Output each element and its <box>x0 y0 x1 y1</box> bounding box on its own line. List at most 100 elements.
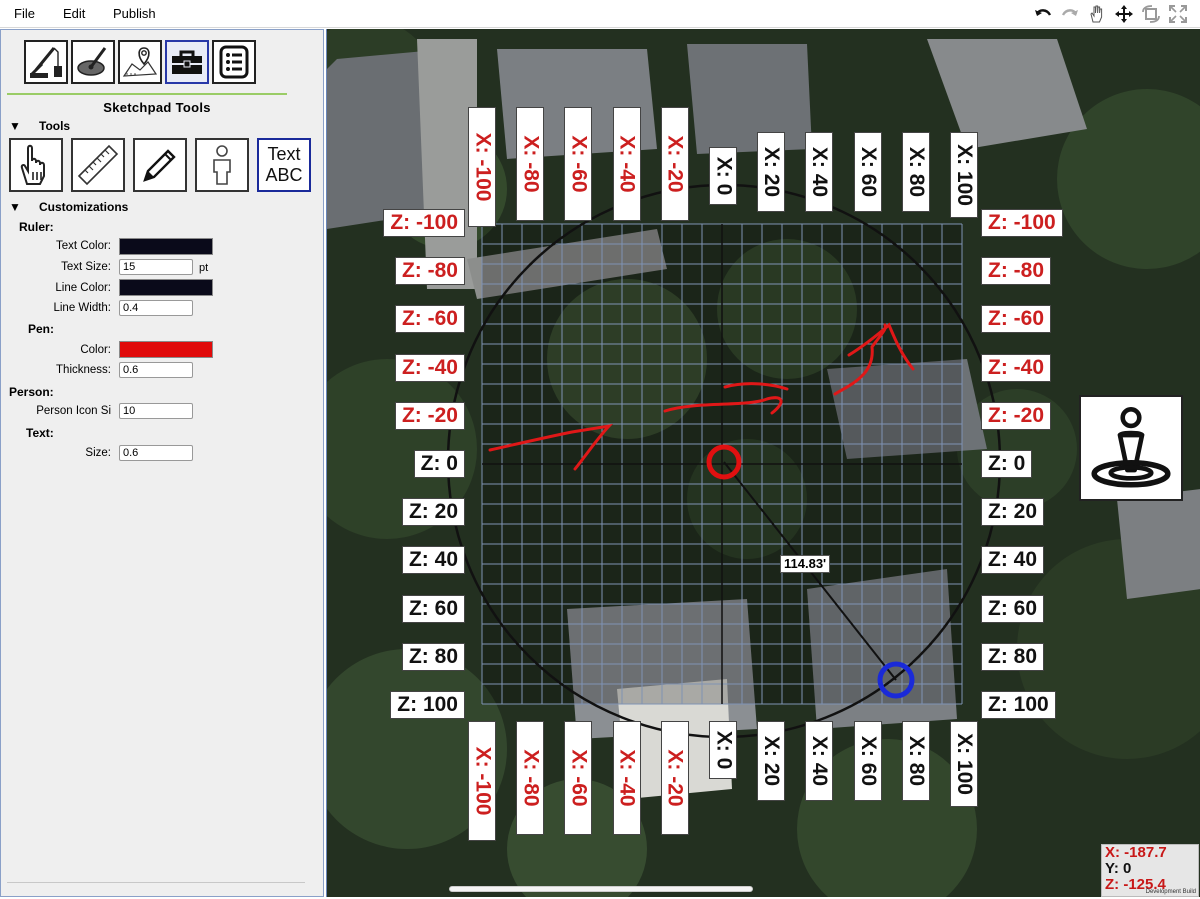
person-group-heading: Person: <box>9 385 54 399</box>
x-axis-label-text: X: -20 <box>663 749 687 807</box>
person-tool-button[interactable] <box>195 138 249 192</box>
ruler-icon <box>77 144 119 186</box>
pencil-icon <box>143 149 176 182</box>
pen-color-label: Color: <box>80 344 111 356</box>
z-axis-label-right: Z: 100 <box>981 691 1056 719</box>
pen-thickness-label: Thickness: <box>56 364 111 376</box>
z-axis-label-left: Z: 80 <box>401 642 465 671</box>
person-location-icon <box>1091 407 1171 488</box>
person-icon-size-input[interactable] <box>119 403 193 419</box>
pen-color-swatch[interactable] <box>119 341 213 358</box>
tab-list[interactable] <box>212 40 256 84</box>
x-axis-label-text: X: -60 <box>567 749 591 807</box>
toolbox-icon <box>172 50 202 74</box>
rotate-icon[interactable] <box>1141 4 1161 24</box>
z-axis-label-right: Z: -40 <box>981 353 1052 382</box>
x-axis-label-bottom: X: 40 <box>805 721 834 801</box>
tool-row: Text ABC <box>9 138 311 192</box>
text-tool-button[interactable]: Text ABC <box>257 138 311 192</box>
x-axis-label-text: X: 40 <box>808 146 832 198</box>
x-axis-label-bottom: X: 0 <box>709 721 737 779</box>
x-axis-label-bottom: X: -80 <box>516 721 545 835</box>
ruler-text-size-unit: pt <box>199 262 209 274</box>
tab-crane[interactable] <box>24 40 68 84</box>
collapse-triangle-icon: ▼ <box>9 200 21 214</box>
tab-survey[interactable] <box>71 40 115 84</box>
x-axis-label-text: X: 0 <box>712 156 736 196</box>
map-viewport[interactable]: X: -100 X: -100 X: -80 X: -80 X: -60 X: -60 X:… <box>326 29 1200 897</box>
fullscreen-icon[interactable] <box>1168 4 1188 24</box>
panel-divider <box>7 93 287 95</box>
toolbar-icons <box>1033 4 1188 24</box>
ruler-tool-button[interactable] <box>71 138 125 192</box>
x-axis-label-text: X: 60 <box>856 146 880 198</box>
ruler-line-width-input[interactable] <box>119 300 193 316</box>
collapse-triangle-icon: ▼ <box>9 119 21 133</box>
z-axis-label-left: Z: 0 <box>413 450 465 478</box>
x-axis-label-text: X: 80 <box>904 146 928 198</box>
z-axis-label-right: Z: 0 <box>981 450 1033 478</box>
coord-x: X: -187.7 <box>1105 844 1167 861</box>
person-icon-size-label: Person Icon Si <box>36 405 111 417</box>
move-icon[interactable] <box>1114 4 1134 24</box>
dev-build-label: Development Build <box>1145 889 1196 895</box>
ruler-line-width-label: Line Width: <box>53 302 111 314</box>
z-axis-label-left: Z: -100 <box>383 209 465 237</box>
menu-bar: File Edit Publish <box>0 0 1200 28</box>
x-axis-label-text: X: 20 <box>760 735 784 787</box>
cursor-coordinates-readout: X: -187.7 Y: 0 Z: -125.4 Development Bui… <box>1101 844 1199 897</box>
z-axis-label-left: Z: -80 <box>394 257 465 286</box>
text-tool-label-line2: ABC <box>265 165 303 185</box>
place-person-button[interactable] <box>1079 395 1183 501</box>
customizations-section-header[interactable]: ▼ Customizations <box>9 200 128 214</box>
map-pin-icon <box>122 47 158 77</box>
text-tool-label: Text ABC <box>265 144 302 186</box>
crane-icon <box>30 47 62 78</box>
x-axis-label-top: X: 20 <box>757 132 786 212</box>
panel-title: Sketchpad Tools <box>103 100 211 115</box>
z-axis-label-right: Z: 80 <box>981 642 1045 671</box>
menu-publish[interactable]: Publish <box>113 6 156 21</box>
z-axis-label-right: Z: -20 <box>981 401 1052 430</box>
satellite-dish-icon <box>77 47 107 76</box>
z-axis-label-right: Z: -100 <box>981 209 1063 237</box>
x-axis-label-top: X: -40 <box>612 107 641 221</box>
text-size-input[interactable] <box>119 445 193 461</box>
x-axis-label-bottom: X: 20 <box>757 721 786 801</box>
text-group-heading: Text: <box>26 426 54 440</box>
menu-file[interactable]: File <box>14 6 35 21</box>
x-axis-label-top: X: -100 <box>468 107 496 227</box>
customizations-heading: Customizations <box>39 200 129 214</box>
person-icon <box>213 145 231 185</box>
ruler-text-size-input[interactable] <box>119 259 193 275</box>
tools-heading: Tools <box>39 119 71 133</box>
x-axis-label-top: X: 80 <box>901 132 930 212</box>
pointer-tool-button[interactable] <box>9 138 63 192</box>
x-axis-label-top: X: 60 <box>853 132 882 212</box>
x-axis-label-top: X: 100 <box>950 132 978 218</box>
ruler-line-color-swatch[interactable] <box>119 279 213 296</box>
x-axis-label-bottom: X: 60 <box>853 721 882 801</box>
ruler-line-color-label: Line Color: <box>55 282 111 294</box>
z-axis-label-left: Z: 20 <box>401 498 465 527</box>
undo-icon[interactable] <box>1033 4 1053 24</box>
sketchpad-panel: Sketchpad Tools ▼ Tools Text ABC ▼ Custo… <box>0 29 324 897</box>
z-axis-label-right: Z: -60 <box>981 305 1052 334</box>
pen-thickness-input[interactable] <box>119 362 193 378</box>
panel-bottom-divider <box>7 882 305 883</box>
z-axis-label-left: Z: -60 <box>394 305 465 334</box>
text-tool-label-line1: Text <box>267 144 301 164</box>
hand-icon[interactable] <box>1087 4 1107 24</box>
x-axis-label-bottom: X: -60 <box>564 721 593 835</box>
ruler-text-color-swatch[interactable] <box>119 238 213 255</box>
tools-section-header[interactable]: ▼ Tools <box>9 119 70 133</box>
redo-icon[interactable] <box>1060 4 1080 24</box>
x-axis-label-top: X: -60 <box>564 107 593 221</box>
pen-tool-button[interactable] <box>133 138 187 192</box>
x-axis-label-text: X: -100 <box>471 746 494 816</box>
x-axis-label-text: X: 80 <box>904 735 928 787</box>
tab-toolbox[interactable] <box>165 40 209 84</box>
menu-edit[interactable]: Edit <box>63 6 85 21</box>
tab-map[interactable] <box>118 40 162 84</box>
x-axis-label-text: X: -40 <box>615 135 639 193</box>
